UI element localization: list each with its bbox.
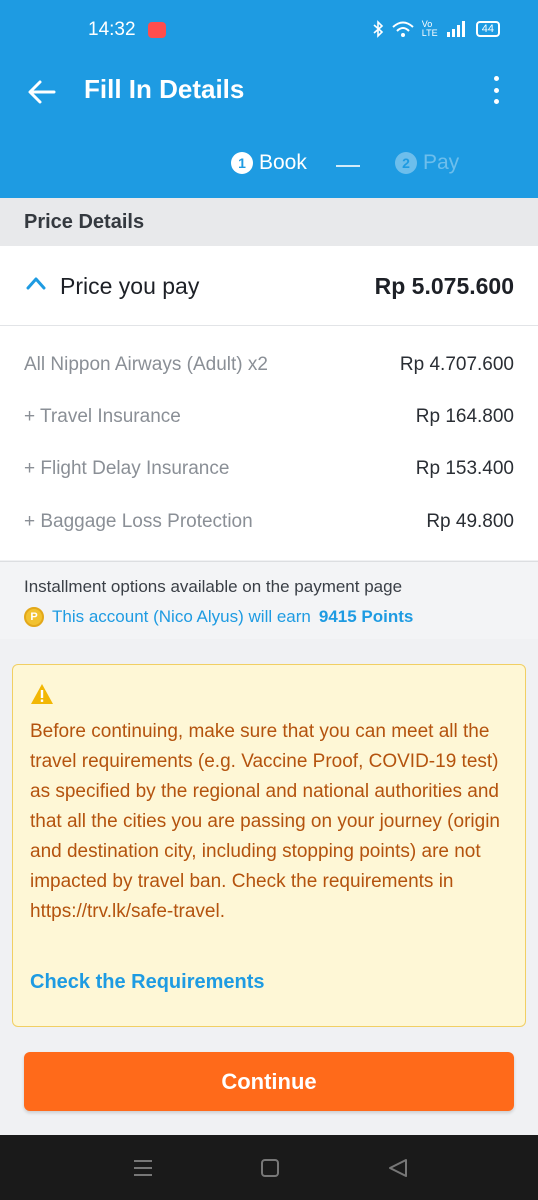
back-nav-icon[interactable]	[386, 1157, 410, 1179]
step-number: 2	[395, 152, 417, 174]
bluetooth-icon	[373, 20, 383, 38]
status-time: 14:32	[88, 19, 136, 40]
item-label: + Travel Insurance	[24, 406, 181, 427]
points-coin-icon: P	[24, 607, 44, 627]
price-details-header: Price Details	[0, 198, 538, 246]
price-you-pay-toggle[interactable]: Price you pay Rp 5.075.600	[0, 246, 538, 326]
step-book: 1 Book	[231, 151, 307, 175]
status-bar: 14:32 Vo LTE 44	[0, 0, 538, 60]
step-number: 1	[231, 152, 253, 174]
item-label: + Baggage Loss Protection	[24, 511, 253, 532]
wifi-icon	[392, 21, 414, 37]
price-line-item: + Baggage Loss Protection Rp 49.800	[0, 497, 538, 549]
section-title: Price Details	[24, 211, 145, 233]
step-label: Pay	[423, 151, 460, 174]
installment-note: Installment options available on the pay…	[24, 577, 403, 596]
step-divider	[336, 165, 360, 167]
total-price: Rp 5.075.600	[374, 273, 514, 299]
app-bar: Fill In Details	[0, 60, 538, 130]
more-options-icon[interactable]	[484, 72, 508, 108]
payment-info: Installment options available on the pay…	[0, 561, 538, 639]
item-value: Rp 153.400	[415, 458, 514, 479]
notification-icon	[148, 22, 166, 38]
points-value: 9415 Points	[318, 607, 414, 626]
item-label: + Flight Delay Insurance	[24, 458, 230, 479]
signal-icon	[446, 21, 465, 37]
back-arrow-icon[interactable]	[24, 74, 60, 110]
price-line-item: All Nippon Airways (Adult) x2 Rp 4.707.6…	[0, 340, 538, 392]
points-note: P This account (Nico Alyus) will earn 94…	[24, 607, 413, 627]
total-label: Price you pay	[60, 273, 200, 299]
travel-warning-box: Before continuing, make sure that you ca…	[12, 664, 526, 1027]
item-value: Rp 164.800	[415, 406, 514, 427]
network-label: Vo LTE	[421, 19, 438, 38]
system-icons: Vo LTE 44	[372, 20, 500, 38]
price-line-item: + Flight Delay Insurance Rp 153.400	[0, 444, 538, 496]
step-label: Book	[259, 151, 307, 174]
check-requirements-link[interactable]: Check the Requirements	[30, 971, 265, 994]
item-value: Rp 4.707.600	[399, 354, 514, 375]
price-breakdown-card: Price you pay Rp 5.075.600 All Nippon Ai…	[0, 246, 538, 560]
chevron-up-icon	[26, 277, 46, 290]
menu-nav-icon[interactable]	[131, 1157, 155, 1179]
step-pay: 2 Pay	[395, 151, 459, 175]
warning-message: Before continuing, make sure that you ca…	[30, 721, 500, 922]
system-nav-bar	[0, 1135, 538, 1200]
points-text: This account (Nico Alyus) will earn	[52, 607, 311, 626]
battery-icon: 44	[475, 21, 500, 37]
item-value: Rp 49.800	[426, 511, 514, 532]
item-label: All Nippon Airways (Adult) x2	[24, 354, 268, 375]
warning-icon	[31, 684, 53, 704]
continue-button[interactable]: Continue	[24, 1052, 514, 1111]
page-title: Fill In Details	[84, 74, 245, 104]
booking-stepper: 1 Book 2 Pay	[0, 130, 538, 198]
price-line-item: + Travel Insurance Rp 164.800	[0, 392, 538, 444]
home-nav-icon[interactable]	[258, 1157, 282, 1179]
